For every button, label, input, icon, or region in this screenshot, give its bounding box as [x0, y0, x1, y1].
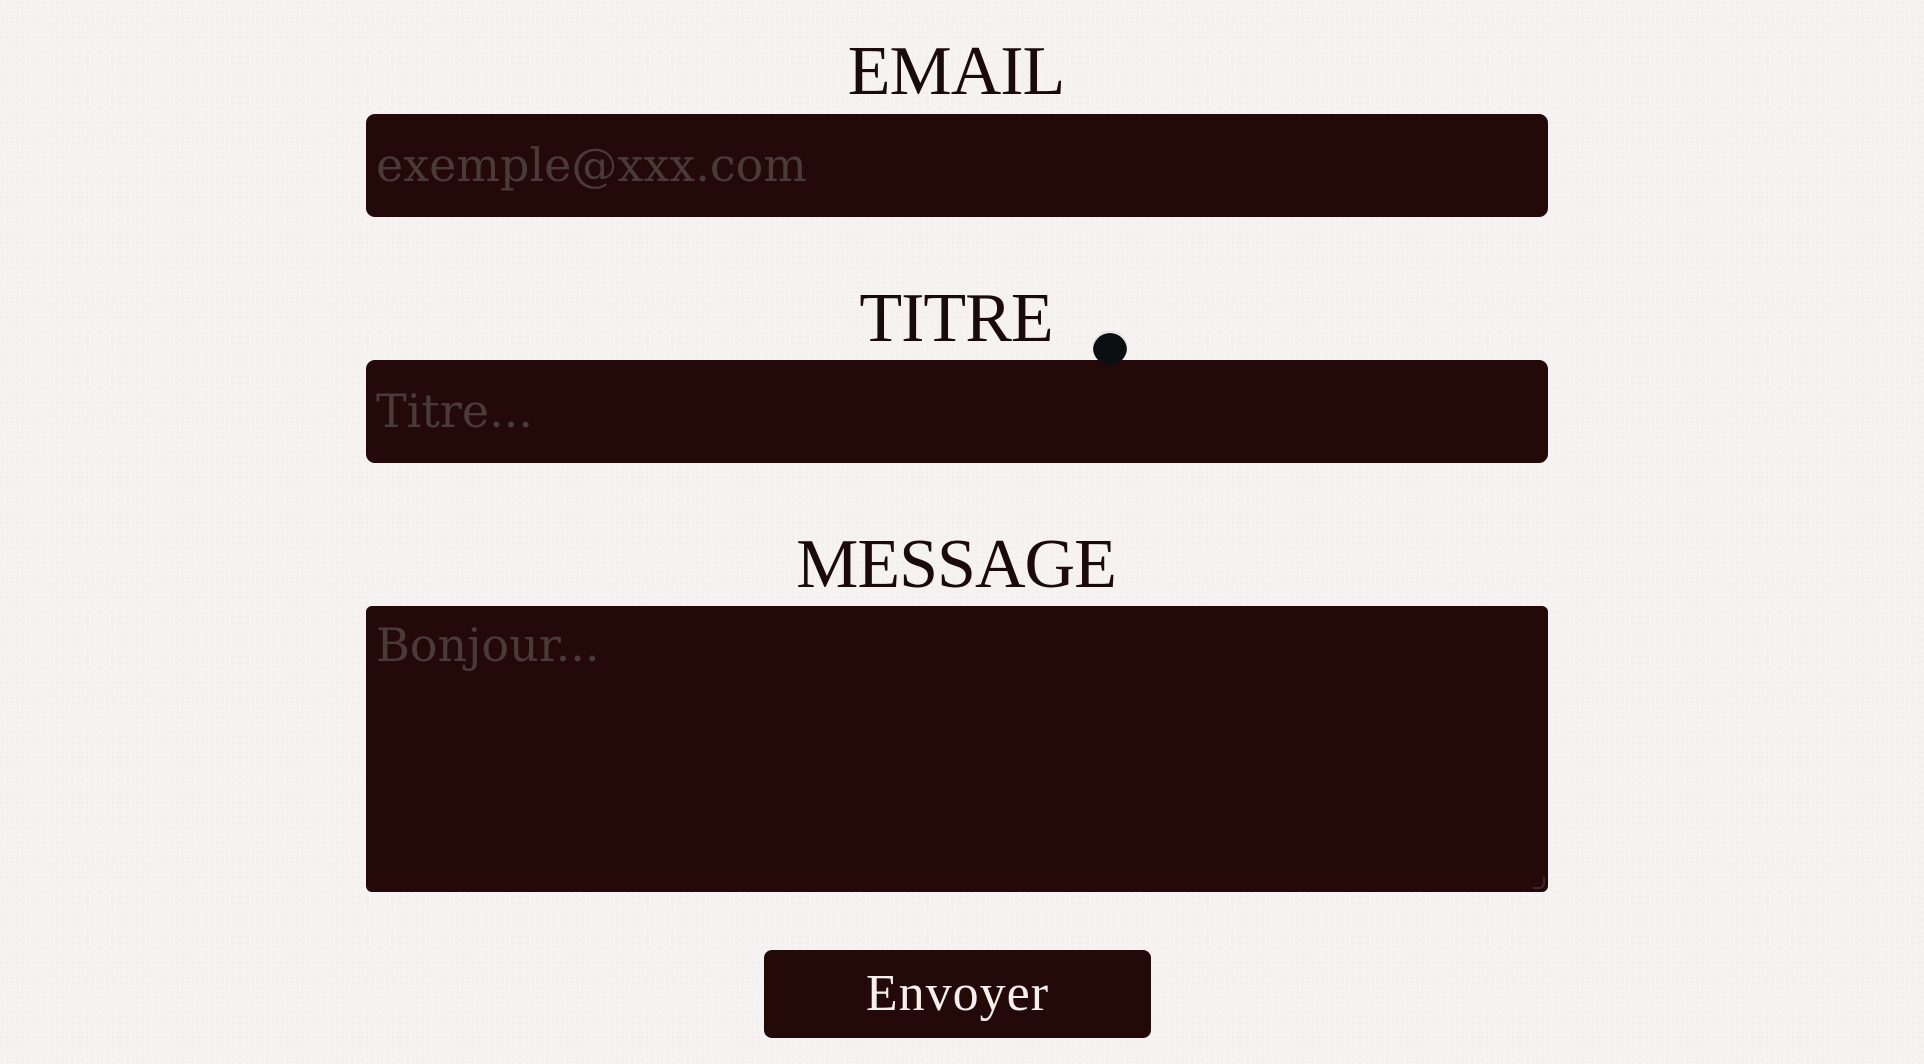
message-placeholder: Bonjour...	[376, 618, 600, 672]
email-field[interactable]: exemple@xxx.com	[366, 114, 1548, 217]
titre-label: TITRE	[859, 280, 1053, 357]
titre-field[interactable]: Titre...	[366, 360, 1548, 463]
message-textarea[interactable]: Bonjour...	[366, 606, 1548, 892]
message-label: MESSAGE	[796, 526, 1117, 603]
resize-handle-icon[interactable]	[1533, 877, 1545, 889]
contact-page: { "form": { "email": { "label": "EMAIL",…	[0, 0, 1924, 1064]
email-placeholder: exemple@xxx.com	[376, 138, 807, 192]
cursor-dot-icon	[1093, 331, 1127, 365]
email-label: EMAIL	[847, 33, 1066, 110]
titre-placeholder: Titre...	[376, 384, 533, 438]
submit-button[interactable]: Envoyer	[764, 950, 1151, 1038]
